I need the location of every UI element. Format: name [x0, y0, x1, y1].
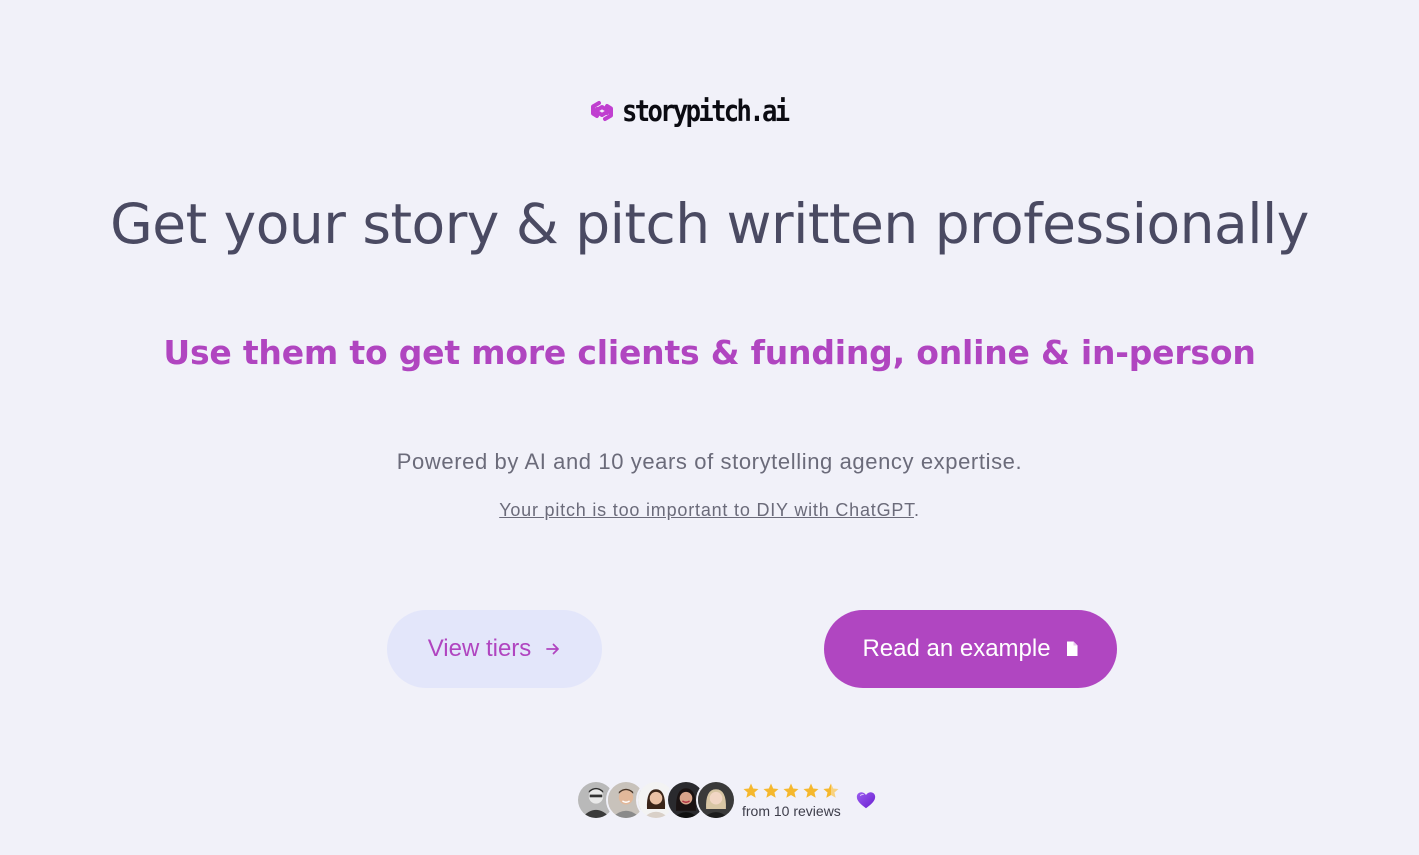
chain-link-icon — [590, 101, 613, 121]
powered-by-text: Powered by AI and 10 years of storytelli… — [396, 449, 1023, 474]
star-icon — [783, 783, 799, 798]
page-title: Get your story & pitch written professio… — [110, 192, 1309, 256]
brand-logo[interactable]: storypitch.ai — [0, 94, 1419, 128]
reviews-summary: from 10 reviews — [576, 778, 877, 822]
document-icon — [1066, 641, 1078, 656]
rating: from 10 reviews — [742, 781, 841, 819]
read-example-label: Read an example — [862, 635, 1051, 662]
brand-name: storypitch.ai — [621, 94, 790, 128]
review-count: from 10 reviews — [742, 803, 841, 819]
star-icon — [803, 783, 819, 798]
landing-page: storypitch.ai Get your story & pitch wri… — [0, 0, 1419, 855]
star-icon — [743, 783, 759, 798]
reviewer-avatars — [576, 780, 736, 820]
diy-line: Your pitch is too important to DIY with … — [0, 500, 1419, 521]
diy-chatgpt-link[interactable]: Your pitch is too important to DIY with … — [499, 500, 914, 520]
page-subtitle: Use them to get more clients & funding, … — [163, 333, 1256, 372]
arrow-right-icon — [546, 643, 560, 655]
star-icon — [763, 783, 779, 798]
avatar — [696, 780, 736, 820]
read-example-button[interactable]: Read an example — [824, 610, 1117, 688]
star-rating — [742, 781, 841, 801]
star-half-icon — [823, 783, 839, 798]
purple-heart-icon — [856, 792, 875, 809]
view-tiers-label: View tiers — [427, 635, 532, 662]
view-tiers-button[interactable]: View tiers — [387, 610, 602, 688]
diy-suffix: . — [913, 500, 920, 520]
